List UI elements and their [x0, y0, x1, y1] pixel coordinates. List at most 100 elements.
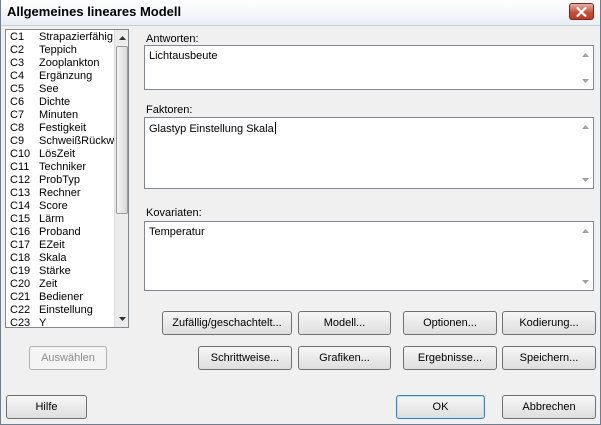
- column-list-item[interactable]: C17 EZeit: [7, 239, 115, 252]
- column-id: C21: [10, 291, 31, 303]
- column-name: SchweißRückw: [39, 135, 115, 147]
- column-name: Y: [39, 317, 47, 327]
- coding-button[interactable]: Kodierung...: [502, 311, 596, 335]
- column-list-item[interactable]: C4 Ergänzung: [7, 70, 115, 83]
- column-id: C6: [10, 96, 25, 108]
- responses-scrollbar[interactable]: [578, 46, 593, 89]
- column-name: ProbTyp: [39, 174, 80, 186]
- column-list-item[interactable]: C12 ProbTyp: [7, 174, 115, 187]
- column-list[interactable]: C1 Strapazierfähig C2 Teppich C3 Zooplankton C…: [5, 29, 129, 328]
- column-name: Festigkeit: [39, 122, 87, 134]
- chevron-down-icon: [582, 78, 589, 83]
- column-list-item[interactable]: C18 Skala: [7, 252, 115, 265]
- column-name: Dichte: [39, 96, 71, 108]
- column-name: Rechner: [39, 187, 81, 199]
- column-id: C17: [10, 239, 31, 251]
- column-list-items: C1 Strapazierfähig C2 Teppich C3 Zooplankton C…: [7, 31, 115, 327]
- column-name: Proband: [39, 226, 81, 238]
- factors-field[interactable]: Glastyp Einstellung Skala: [144, 117, 594, 189]
- scroll-up-arrow[interactable]: [580, 225, 591, 236]
- results-button[interactable]: Ergebnisse...: [403, 346, 497, 370]
- column-list-item[interactable]: C10 LösZeit: [7, 148, 115, 161]
- column-name: Einstellung: [39, 304, 93, 316]
- column-list-item[interactable]: C21 Bediener: [7, 291, 115, 304]
- column-name: Score: [39, 200, 68, 212]
- model-button[interactable]: Modell...: [298, 311, 391, 335]
- responses-field[interactable]: Lichtausbeute: [144, 45, 594, 90]
- column-id: C2: [10, 44, 25, 56]
- scroll-down-arrow[interactable]: [580, 75, 591, 86]
- covariates-field[interactable]: Temperatur: [144, 221, 594, 291]
- chevron-up-icon: [118, 36, 126, 40]
- close-button[interactable]: [569, 3, 594, 20]
- glm-dialog: Allgemeines lineares Modell C1 Strapazier…: [0, 0, 601, 425]
- column-id: C12: [10, 174, 31, 186]
- scroll-down-arrow[interactable]: [115, 312, 129, 326]
- column-list-item[interactable]: C22 Einstellung: [7, 304, 115, 317]
- column-list-item[interactable]: C1 Strapazierfähig: [7, 31, 115, 44]
- column-id: C9: [10, 135, 25, 147]
- column-list-item[interactable]: C3 Zooplankton: [7, 57, 115, 70]
- column-name: Techniker: [39, 161, 87, 173]
- window-title: Allgemeines lineares Modell: [7, 4, 182, 19]
- column-name: Stärke: [39, 265, 71, 277]
- scroll-down-arrow[interactable]: [580, 174, 591, 185]
- column-list-item[interactable]: C6 Dichte: [7, 96, 115, 109]
- chevron-up-icon: [582, 52, 589, 57]
- column-list-item[interactable]: C2 Teppich: [7, 44, 115, 57]
- column-id: C7: [10, 109, 25, 121]
- column-list-item[interactable]: C9 SchweißRückw: [7, 135, 115, 148]
- title-bar: Allgemeines lineares Modell: [1, 0, 600, 26]
- factors-scrollbar[interactable]: [578, 118, 593, 188]
- select-button[interactable]: Auswählen: [29, 346, 107, 370]
- help-button[interactable]: Hilfe: [6, 395, 87, 419]
- column-list-scrollbar[interactable]: [114, 30, 128, 327]
- chevron-up-icon: [582, 124, 589, 129]
- covariates-label: Kovariaten:: [146, 207, 202, 219]
- column-list-item[interactable]: C7 Minuten: [7, 109, 115, 122]
- chevron-down-icon: [582, 177, 589, 182]
- column-list-item[interactable]: C8 Festigkeit: [7, 122, 115, 135]
- column-list-item[interactable]: C15 Lärm: [7, 213, 115, 226]
- column-id: C20: [10, 278, 31, 290]
- random-nested-button[interactable]: Zufällig/geschachtelt...: [162, 311, 292, 335]
- scroll-thumb[interactable]: [116, 46, 128, 214]
- column-id: C19: [10, 265, 31, 277]
- column-id: C18: [10, 252, 31, 264]
- scroll-up-arrow[interactable]: [580, 121, 591, 132]
- covariates-scrollbar[interactable]: [578, 222, 593, 290]
- column-name: Lärm: [39, 213, 65, 225]
- column-list-item[interactable]: C20 Zeit: [7, 278, 115, 291]
- chevron-up-icon: [582, 228, 589, 233]
- column-list-item[interactable]: C5 See: [7, 83, 115, 96]
- scroll-down-arrow[interactable]: [580, 276, 591, 287]
- factors-value: Glastyp Einstellung Skala: [149, 123, 274, 135]
- responses-label: Antworten:: [146, 33, 199, 45]
- scroll-up-arrow[interactable]: [115, 31, 129, 45]
- ok-button[interactable]: OK: [396, 395, 485, 419]
- storage-button[interactable]: Speichern...: [502, 346, 596, 370]
- column-id: C23: [10, 317, 31, 327]
- responses-value: Lichtausbeute: [149, 50, 218, 62]
- column-name: EZeit: [39, 239, 65, 251]
- column-list-item[interactable]: C11 Techniker: [7, 161, 115, 174]
- scroll-up-arrow[interactable]: [580, 49, 591, 60]
- graphs-button[interactable]: Grafiken...: [298, 346, 391, 370]
- column-name: Teppich: [39, 44, 77, 56]
- chevron-down-icon: [582, 279, 589, 284]
- column-name: Strapazierfähig: [39, 31, 113, 43]
- column-list-item[interactable]: C13 Rechner: [7, 187, 115, 200]
- covariates-value: Temperatur: [149, 226, 205, 238]
- options-button[interactable]: Optionen...: [403, 311, 497, 335]
- stepwise-button[interactable]: Schrittweise...: [198, 346, 292, 370]
- cancel-button[interactable]: Abbrechen: [502, 395, 596, 419]
- column-id: C5: [10, 83, 25, 95]
- column-name: Zooplankton: [39, 57, 100, 69]
- column-id: C8: [10, 122, 25, 134]
- column-list-item[interactable]: C14 Score: [7, 200, 115, 213]
- column-list-item[interactable]: C16 Proband: [7, 226, 115, 239]
- column-name: Zeit: [39, 278, 58, 290]
- column-list-item[interactable]: C23 Y: [7, 317, 115, 327]
- column-list-item[interactable]: C19 Stärke: [7, 265, 115, 278]
- factors-label: Faktoren:: [146, 104, 193, 116]
